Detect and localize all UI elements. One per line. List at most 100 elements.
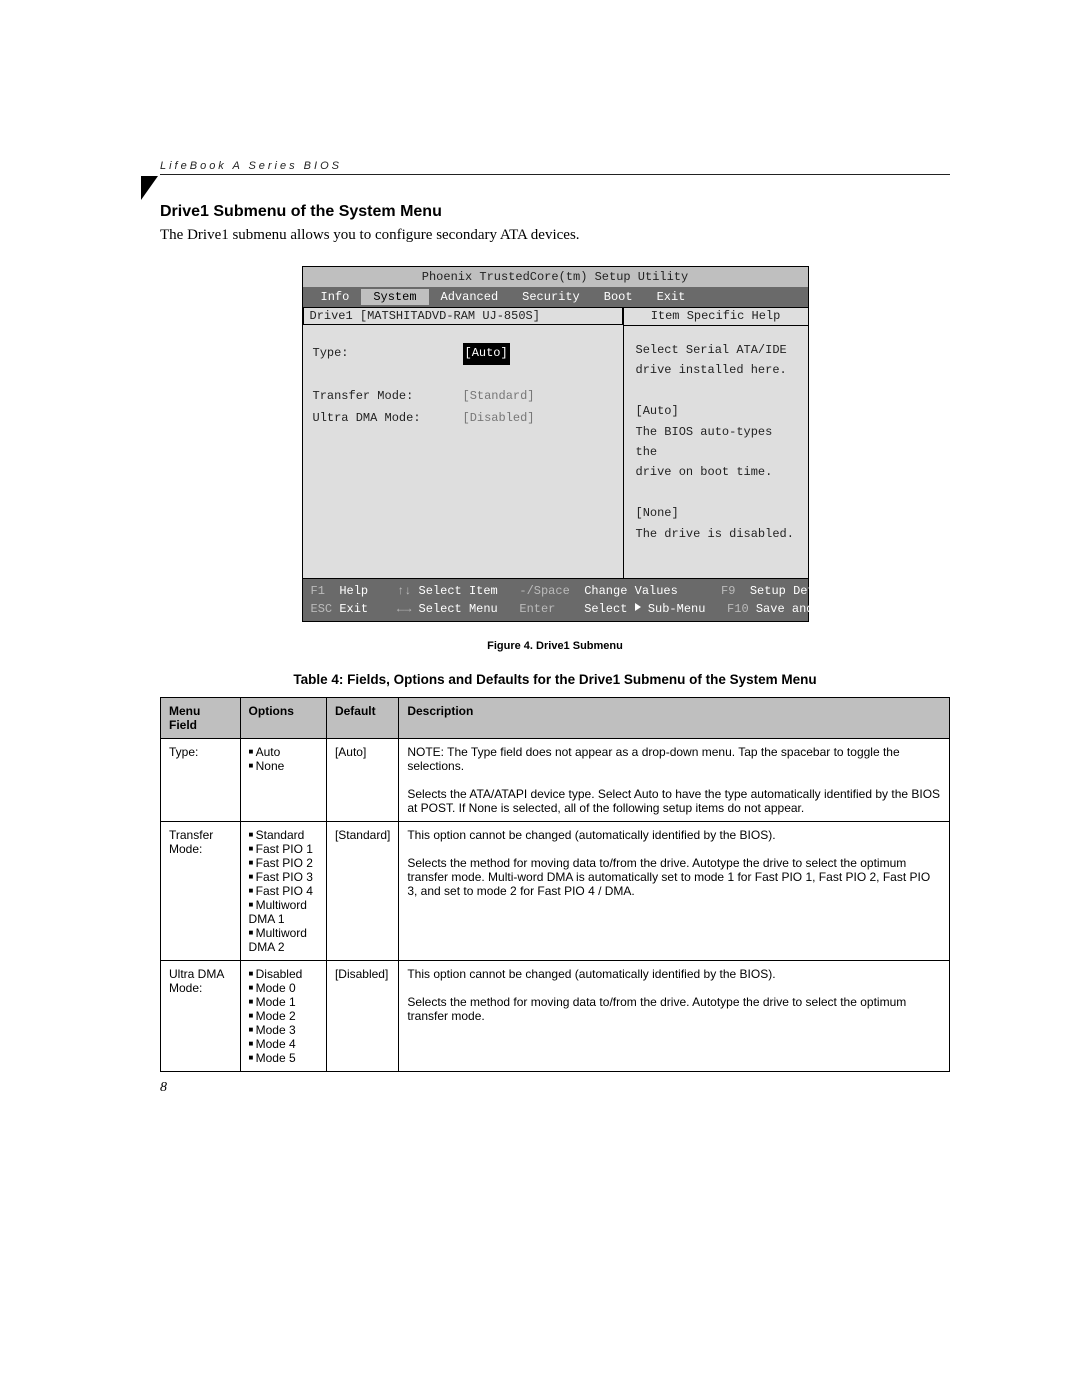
cell-options: StandardFast PIO 1Fast PIO 2Fast PIO 3Fa… [240,822,326,961]
cell-description: This option cannot be changed (automatic… [399,822,950,961]
bios-tab-system: System [361,289,428,305]
bios-tab-advanced: Advanced [429,289,511,305]
help-line [636,483,796,503]
bios-left-pane: Drive1 [MATSHITADVD-RAM UJ-850S] Type:[A… [303,308,623,578]
label-exit: Exit [339,600,368,618]
option-item: Multiword DMA 1 [249,898,318,926]
option-item: Fast PIO 3 [249,870,318,884]
key-enter: Enter [519,600,555,618]
bios-tab-boot: Boot [592,289,645,305]
table-row: Transfer Mode:StandardFast PIO 1Fast PIO… [161,822,950,961]
option-item: Multiword DMA 2 [249,926,318,954]
cell-description: This option cannot be changed (automatic… [399,961,950,1072]
option-item: Mode 3 [249,1023,318,1037]
bios-field-label: Transfer Mode: [313,386,463,408]
table-title: Table 4: Fields, Options and Defaults fo… [160,672,950,687]
bios-help-pane: Item Specific Help Select Serial ATA/IDE… [623,308,808,578]
help-line: [None] [636,503,796,523]
label-change-values: Change Values [584,582,678,600]
bios-tab-bar: InfoSystemAdvancedSecurityBootExit [303,287,808,307]
cell-default: [Disabled] [326,961,398,1072]
triangle-right-icon [635,603,641,611]
arrows-leftright-icon: ←→ [397,600,411,618]
option-item: Mode 4 [249,1037,318,1051]
option-item: None [249,759,318,773]
help-line: The drive is disabled. [636,524,796,544]
bios-footer-line2: ESC Exit ←→ Select Menu Enter Select Sub… [311,600,800,618]
help-line: [Auto] [636,401,796,421]
bios-field-row: Transfer Mode:[Standard] [313,386,613,408]
section-title: Drive1 Submenu of the System Menu [160,203,950,221]
cell-menu-field: Transfer Mode: [161,822,241,961]
bios-screenshot: Phoenix TrustedCore(tm) Setup Utility In… [302,266,809,622]
option-item: Mode 0 [249,981,318,995]
cell-options: AutoNone [240,739,326,822]
table-header: Menu Field [161,698,241,739]
cell-default: [Standard] [326,822,398,961]
option-item: Auto [249,745,318,759]
bios-footer: F1 Help ↑↓ Select Item -/Space Change Va… [303,578,808,621]
bios-body: Drive1 [MATSHITADVD-RAM UJ-850S] Type:[A… [303,307,808,578]
table-body: Type:AutoNone[Auto]NOTE: The Type field … [161,739,950,1072]
bios-help-body: Select Serial ATA/IDEdrive installed her… [636,340,796,544]
cell-options: DisabledMode 0Mode 1Mode 2Mode 3Mode 4Mo… [240,961,326,1072]
bios-help-title: Item Specific Help [624,308,808,326]
table-header: Options [240,698,326,739]
option-item: Mode 1 [249,995,318,1009]
bios-field-value: [Disabled] [463,408,535,430]
table-row: Type:AutoNone[Auto]NOTE: The Type field … [161,739,950,822]
option-item: Mode 2 [249,1009,318,1023]
bios-field-value: [Auto] [463,343,510,365]
figure-caption: Figure 4. Drive1 Submenu [160,640,950,652]
table-header: Description [399,698,950,739]
option-item: Standard [249,828,318,842]
option-item: Fast PIO 2 [249,856,318,870]
help-line [636,381,796,401]
bios-footer-line1: F1 Help ↑↓ Select Item -/Space Change Va… [311,582,800,600]
bios-tab-info: Info [309,289,362,305]
bios-field-row: Type:[Auto] [313,343,613,365]
bios-field-row: Ultra DMA Mode:[Disabled] [313,408,613,430]
bios-drive-label: Drive1 [MATSHITADVD-RAM UJ-850S] [303,308,623,325]
cell-default: [Auto] [326,739,398,822]
document-page: LifeBook A Series BIOS Drive1 Submenu of… [0,0,1080,1397]
bios-field-list: Type:[Auto]Transfer Mode:[Standard]Ultra… [313,343,613,429]
label-save-exit: Save and Exit [756,600,850,618]
page-number: 8 [160,1080,950,1096]
label-select-item: Select Item [419,582,498,600]
key-esc: ESC [311,600,333,618]
running-header: LifeBook A Series BIOS [160,160,950,175]
label-setup-defaults: Setup Defaults [750,582,851,600]
help-line: Select Serial ATA/IDE [636,340,796,360]
table-header: Default [326,698,398,739]
option-item: Fast PIO 1 [249,842,318,856]
option-item: Fast PIO 4 [249,884,318,898]
cell-description: NOTE: The Type field does not appear as … [399,739,950,822]
label-help: Help [339,582,368,600]
key-f1: F1 [311,582,325,600]
key-space: -/Space [519,582,569,600]
key-f9: F9 [721,582,735,600]
intro-paragraph: The Drive1 submenu allows you to configu… [160,227,950,244]
table-head: Menu FieldOptionsDefaultDescription [161,698,950,739]
help-line: The BIOS auto-types the [636,422,796,463]
bios-tab-exit: Exit [645,289,698,305]
cell-menu-field: Type: [161,739,241,822]
label-select-submenu: Select Sub-Menu [584,600,705,618]
option-item: Mode 5 [249,1051,318,1065]
label-select-menu: Select Menu [419,600,498,618]
arrows-updown-icon: ↑↓ [397,582,411,600]
key-f10: F10 [727,600,749,618]
page-header: LifeBook A Series BIOS [160,160,950,175]
cell-menu-field: Ultra DMA Mode: [161,961,241,1072]
bios-field-label: Ultra DMA Mode: [313,408,463,430]
fields-table: Menu FieldOptionsDefaultDescription Type… [160,697,950,1072]
help-line: drive installed here. [636,360,796,380]
bios-field-label: Type: [313,343,463,365]
bios-field-value: [Standard] [463,386,535,408]
option-item: Disabled [249,967,318,981]
bios-tab-security: Security [510,289,592,305]
table-row: Ultra DMA Mode:DisabledMode 0Mode 1Mode … [161,961,950,1072]
corner-decoration [141,176,158,200]
bios-utility-title: Phoenix TrustedCore(tm) Setup Utility [303,267,808,287]
